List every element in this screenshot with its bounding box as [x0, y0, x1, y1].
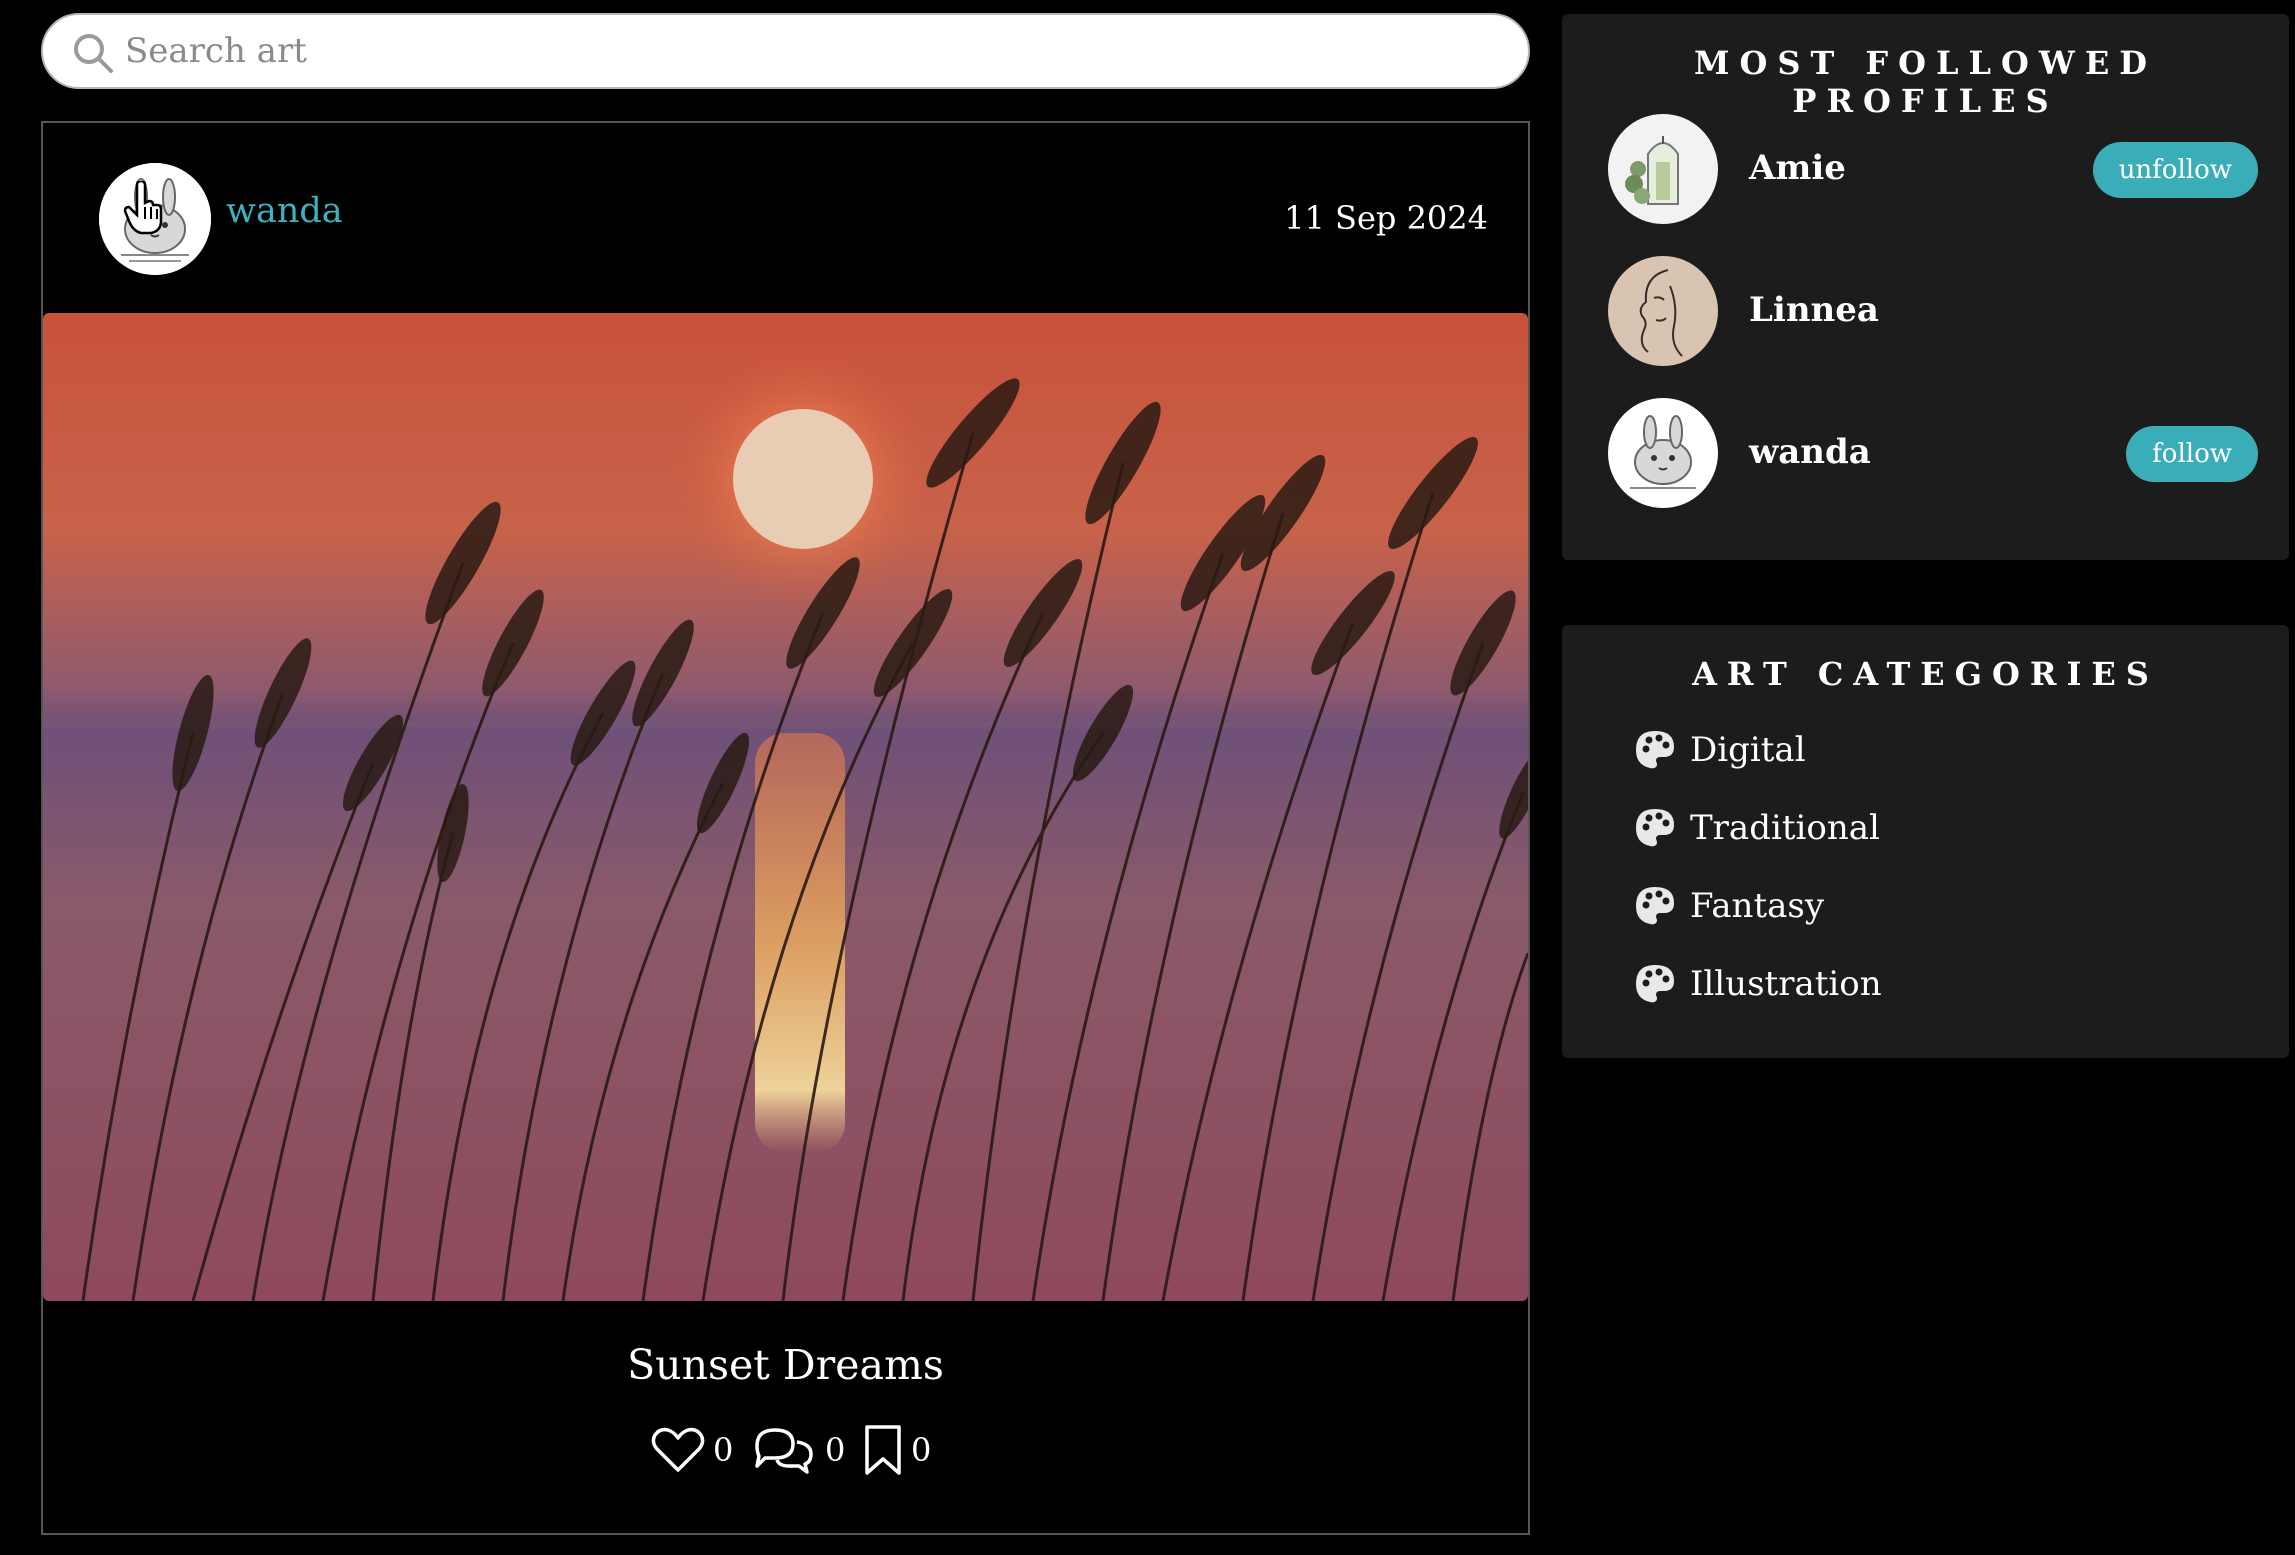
heart-icon[interactable] [651, 1426, 705, 1474]
profile-name-amie[interactable]: Amie [1749, 148, 1846, 188]
profile-row-wanda[interactable]: wanda follow [1608, 398, 2258, 510]
post-stats: 0 0 0 [651, 1423, 939, 1477]
profile-name-wanda[interactable]: wanda [1749, 432, 1871, 472]
most-followed-profiles-panel: MOST FOLLOWED PROFILES Amie unfollow Lin… [1562, 14, 2289, 560]
category-label: Illustration [1690, 964, 1882, 1004]
comments-icon[interactable] [751, 1424, 817, 1476]
save-stat: 0 [863, 1423, 939, 1477]
art-categories-panel: ART CATEGORIES Digital Traditional Fanta… [1562, 625, 2289, 1058]
palette-icon [1636, 887, 1674, 925]
follow-button-wanda[interactable]: follow [2126, 426, 2258, 482]
search-icon [74, 34, 113, 73]
profile-row-linnea[interactable]: Linnea [1608, 256, 2258, 368]
profile-row-amie[interactable]: Amie unfollow [1608, 114, 2258, 226]
avatar-wanda[interactable] [1608, 398, 1718, 508]
post-header: wanda 11 Sep 2024 [43, 123, 1528, 313]
category-traditional[interactable]: Traditional [1634, 807, 1880, 849]
unfollow-button-amie[interactable]: unfollow [2092, 142, 2258, 198]
bookmark-icon[interactable] [863, 1423, 903, 1477]
categories-panel-title: ART CATEGORIES [1692, 655, 2159, 693]
category-fantasy[interactable]: Fantasy [1634, 885, 1824, 927]
post-date: 11 Sep 2024 [1284, 199, 1488, 237]
category-label: Digital [1690, 730, 1806, 770]
like-stat: 0 [651, 1426, 741, 1474]
like-count: 0 [713, 1431, 734, 1469]
palette-icon [1636, 731, 1674, 769]
comment-stat: 0 [751, 1424, 853, 1476]
palette-icon [1636, 965, 1674, 1003]
avatar-linnea[interactable] [1608, 256, 1718, 366]
search-input[interactable] [123, 25, 1503, 77]
category-label: Fantasy [1690, 886, 1825, 926]
sunset-artwork [43, 313, 1528, 1301]
category-illustration[interactable]: Illustration [1634, 963, 1882, 1005]
post-card: wanda 11 Sep 2024 Sunset Dreams 0 0 0 [41, 121, 1530, 1535]
save-count: 0 [911, 1431, 932, 1469]
profiles-panel-title: MOST FOLLOWED PROFILES [1694, 44, 2157, 120]
search-bar[interactable] [41, 13, 1530, 89]
post-title: Sunset Dreams [627, 1341, 944, 1389]
palette-icon [1636, 809, 1674, 847]
author-link[interactable]: wanda [226, 191, 343, 231]
profile-name-linnea[interactable]: Linnea [1749, 290, 1879, 330]
category-label: Traditional [1690, 808, 1880, 848]
hand-cursor-icon [123, 181, 163, 235]
avatar-amie[interactable] [1608, 114, 1718, 224]
artwork-image[interactable] [43, 313, 1528, 1301]
comment-count: 0 [825, 1431, 846, 1469]
category-digital[interactable]: Digital [1634, 729, 1806, 771]
